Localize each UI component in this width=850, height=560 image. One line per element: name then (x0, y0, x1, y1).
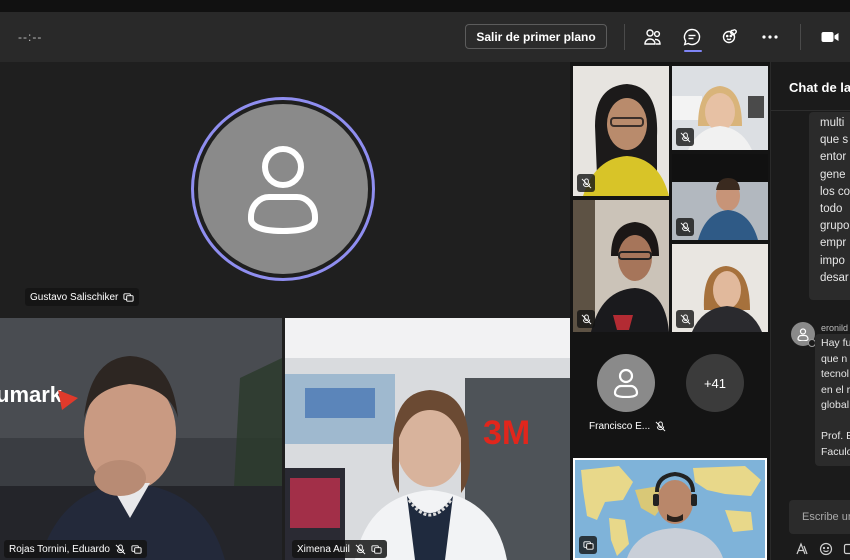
compose-toolbar (795, 542, 850, 556)
participant-video-tile[interactable]: 3M Ximena Auil (285, 318, 570, 560)
more-participants-button[interactable]: +41 (686, 354, 744, 412)
chat-message-line: impo (820, 254, 845, 267)
chat-message-line: todo (820, 203, 843, 216)
participant-video-feed: 3M (285, 318, 570, 560)
chat-icon[interactable] (679, 24, 705, 50)
chat-title: Chat de la (789, 80, 850, 95)
mic-muted-icon (655, 420, 666, 431)
participant-thumbnail[interactable] (573, 200, 669, 332)
chat-message-line: gene (820, 168, 846, 181)
mic-muted-icon (115, 543, 126, 554)
participant-name: Rojas Tornini, Eduardo (9, 543, 110, 555)
mic-muted-badge (676, 128, 694, 146)
mic-muted-badge (676, 218, 694, 236)
chat-message-line: empr (820, 237, 847, 250)
more-icon[interactable] (757, 24, 783, 50)
chat-sender-name: eronild (821, 323, 849, 333)
mic-muted-icon (581, 313, 591, 324)
share-status-icon (131, 544, 142, 554)
avatar[interactable] (597, 354, 655, 412)
meeting-toolbar: --:-- Salir de primer plano (0, 0, 850, 62)
svg-text:3M: 3M (483, 414, 530, 452)
mic-muted-icon (680, 313, 690, 324)
participant-nameplate: Ximena Auil (292, 540, 387, 558)
mic-muted-badge (577, 310, 595, 328)
spotlight-tile[interactable]: Gustavo Salischiker (0, 62, 570, 312)
chat-message-line: desar (820, 271, 849, 284)
toolbar-separator (800, 24, 801, 50)
chat-message-line: que n (821, 352, 848, 365)
participant-video-tile[interactable]: umark Rojas Tornini, Eduardo (0, 318, 282, 560)
participant-video-feed (575, 460, 765, 558)
mic-muted-icon (581, 177, 591, 188)
toolbar-separator (624, 24, 625, 50)
chat-input-placeholder: Escribe ur (802, 511, 850, 523)
participant-video-feed: umark (0, 318, 282, 560)
people-icon[interactable] (640, 24, 666, 50)
participant-nameplate: Rojas Tornini, Eduardo (4, 540, 147, 558)
mic-muted-badge (676, 310, 694, 328)
participant-thumbnail-active[interactable] (573, 458, 767, 560)
participant-thumbnail[interactable] (672, 154, 768, 240)
participant-grid: Francisco E... +41 (570, 62, 770, 560)
mic-muted-icon (355, 543, 366, 554)
chat-message-line: Hay fu (821, 337, 850, 349)
svg-text:umark: umark (0, 382, 63, 407)
emoji-icon[interactable] (819, 542, 833, 556)
avatar (198, 104, 368, 274)
participant-name: Ximena Auil (297, 543, 350, 555)
person-icon (613, 368, 639, 398)
participant-nameplate: Gustavo Salischiker (25, 288, 140, 306)
reactions-icon[interactable] (718, 24, 744, 50)
active-tab-indicator (684, 50, 702, 52)
participant-name: Francisco E... (589, 420, 651, 432)
chat-message-line: Prof. E (821, 430, 850, 442)
gif-icon[interactable] (843, 542, 850, 556)
participant-nameplate: Francisco E... (584, 417, 671, 435)
meeting-timer: --:-- (18, 30, 43, 44)
chat-message-line: en el r (821, 383, 850, 396)
participant-thumbnail[interactable] (672, 244, 768, 332)
chat-message-line (821, 414, 850, 430)
chat-message-line: grupo (820, 220, 850, 233)
share-status-icon (123, 292, 134, 302)
person-icon (797, 327, 809, 341)
chat-message-line: multi (820, 117, 845, 129)
video-stage: Gustavo Salischiker umark Rojas Tornini,… (0, 62, 570, 560)
chat-message-text: Hay fu que n tecnol en el r global Prof. E Fa… (821, 336, 850, 460)
speaking-indicator-ring (191, 97, 375, 281)
participant-thumbnail[interactable] (672, 66, 768, 150)
chat-panel: Chat de la multi que s entor gene los co todo… (770, 62, 850, 560)
person-icon (248, 146, 318, 235)
chat-message-text: multi que s entor gene los co todo grupo empr im… (820, 115, 850, 287)
chat-message-line: Faculo (821, 445, 850, 458)
mic-muted-icon (680, 221, 690, 232)
share-status-badge (579, 536, 597, 554)
chat-message-line: los co (820, 185, 850, 198)
participant-name: Gustavo Salischiker (30, 291, 119, 303)
camera-icon[interactable] (817, 24, 843, 50)
mic-muted-badge (577, 174, 595, 192)
mic-muted-icon (680, 131, 690, 142)
chat-divider (771, 110, 850, 111)
chat-message-line: que s (820, 134, 849, 147)
participant-thumbnail[interactable] (573, 66, 669, 196)
chat-message-line: entor (820, 151, 847, 164)
format-icon[interactable] (795, 542, 809, 556)
exit-spotlight-button[interactable]: Salir de primer plano (465, 24, 607, 49)
share-status-icon (371, 544, 382, 554)
share-status-icon (582, 540, 594, 550)
chat-message-line: global (821, 399, 850, 411)
chat-message-line: tecnol (821, 368, 850, 380)
